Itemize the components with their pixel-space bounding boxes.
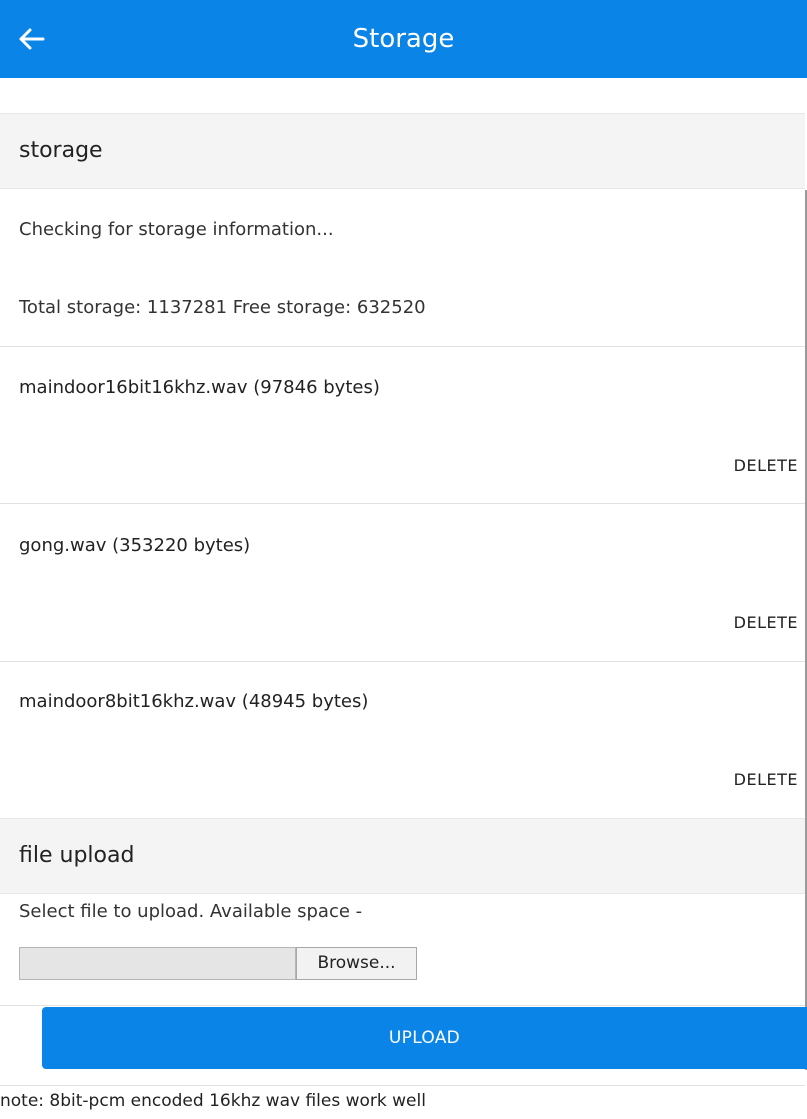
file-input[interactable]: Browse... <box>19 947 417 980</box>
upload-button[interactable]: UPLOAD <box>42 1007 807 1069</box>
delete-button[interactable]: DELETE <box>734 770 798 789</box>
storage-summary-text: Total storage: 1137281 Free storage: 632… <box>19 297 426 318</box>
divider <box>0 661 805 662</box>
app-bar: Storage <box>0 0 807 78</box>
delete-button[interactable]: DELETE <box>734 613 798 632</box>
page-title: Storage <box>352 24 455 54</box>
upload-section-header: file upload <box>0 818 805 894</box>
divider <box>0 346 805 347</box>
storage-section-header: storage <box>0 113 805 189</box>
divider <box>0 503 805 504</box>
file-name: maindoor8bit16khz.wav (48945 bytes) <box>19 691 369 712</box>
divider <box>0 1085 805 1086</box>
upload-instruction-text: Select file to upload. Available space - <box>19 901 363 922</box>
note-text: note: 8bit-pcm encoded 16khz wav files w… <box>0 1091 426 1111</box>
file-name: gong.wav (353220 bytes) <box>19 535 251 556</box>
delete-button[interactable]: DELETE <box>734 456 798 475</box>
divider <box>0 1005 805 1006</box>
storage-status-text: Checking for storage information... <box>19 219 334 240</box>
file-name: maindoor16bit16khz.wav (97846 bytes) <box>19 377 380 398</box>
browse-button[interactable]: Browse... <box>296 947 417 980</box>
file-path-field[interactable] <box>19 947 296 980</box>
